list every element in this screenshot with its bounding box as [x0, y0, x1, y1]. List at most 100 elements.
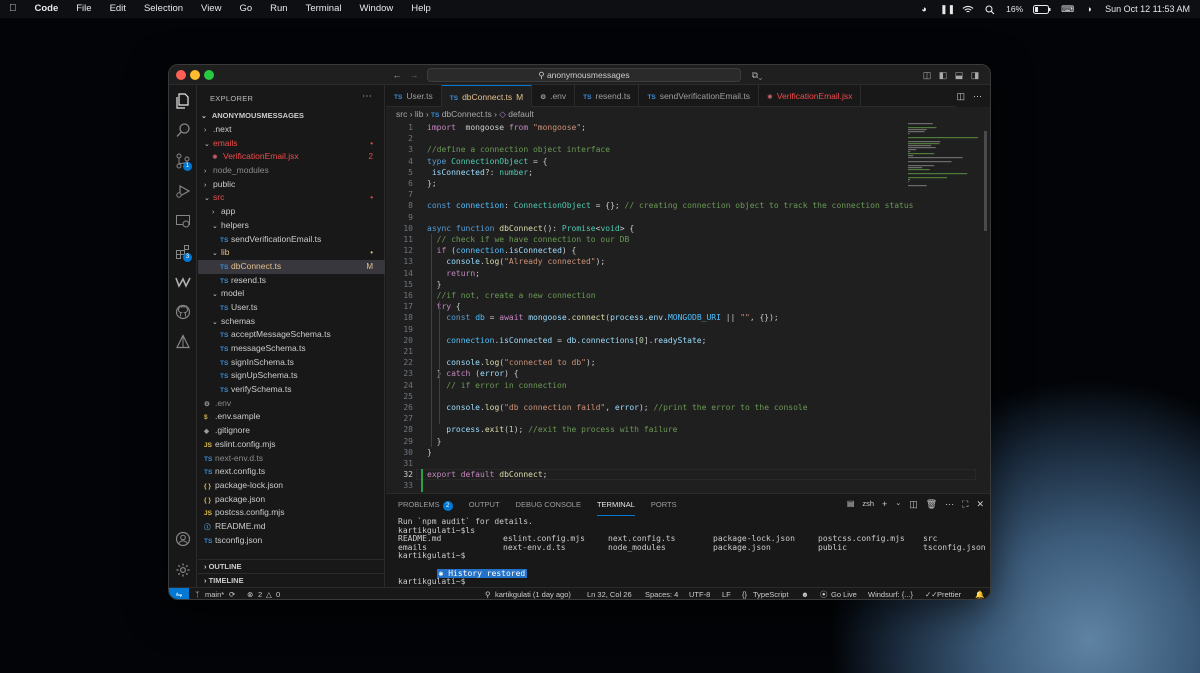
panel-tab-terminal[interactable]: TERMINAL	[596, 494, 635, 516]
tab-verificationemail-jsx[interactable]: ⚛ VerificationEmail.jsx	[759, 85, 862, 107]
file-item[interactable]: JS postcss.config.mjs	[198, 506, 385, 520]
zoom-window-button[interactable]	[204, 70, 214, 80]
warning-icon[interactable]: △	[266, 588, 272, 599]
menu-app-name[interactable]: Code	[26, 0, 68, 18]
outline-section[interactable]: › OUTLINE	[198, 559, 385, 573]
indentation[interactable]: Spaces: 4	[645, 588, 678, 599]
file-item[interactable]: TS acceptMessageSchema.ts	[198, 328, 385, 342]
minimap[interactable]	[906, 121, 982, 201]
explorer-root-folder[interactable]: ⌄ ANONYMOUSMESSAGES	[198, 109, 385, 123]
chevron-down-icon[interactable]: ⌄	[895, 499, 901, 510]
apple-icon[interactable]: 	[0, 0, 26, 18]
source-control-icon[interactable]: 1	[174, 153, 192, 171]
code-editor[interactable]: 1 import mongoose from "mongoose"; 2 3 //def…	[386, 121, 990, 493]
sync-icon[interactable]: ⟳	[229, 588, 235, 599]
windsurf-status[interactable]: Windsurf: {...}	[868, 588, 913, 599]
breadcrumb-lib[interactable]: lib	[415, 109, 424, 119]
line-ending[interactable]: LF	[722, 588, 731, 599]
more-actions-icon[interactable]: ⋯	[973, 91, 982, 102]
file-item[interactable]: TS User.ts	[198, 301, 385, 315]
file-item[interactable]: TS sendVerificationEmail.ts	[198, 233, 385, 247]
menu-selection[interactable]: Selection	[135, 0, 192, 18]
file-item[interactable]: ⚛ VerificationEmail.jsx 2	[198, 150, 385, 164]
tab-resend-ts[interactable]: TS resend.ts	[575, 85, 640, 107]
tab-user-ts[interactable]: TS User.ts	[386, 85, 442, 107]
file-item[interactable]: TS messageSchema.ts	[198, 342, 385, 356]
breadcrumb-src[interactable]: src	[396, 109, 407, 119]
file-item[interactable]: { } package-lock.json	[198, 479, 385, 493]
file-item[interactable]: TS tsconfig.json	[198, 534, 385, 548]
toggle-primary-sidebar-icon[interactable]: ◧	[937, 69, 949, 81]
file-item[interactable]: TS signInSchema.ts	[198, 356, 385, 370]
forward-arrow-icon[interactable]: →	[408, 69, 420, 81]
more-actions-icon[interactable]: ⋯	[362, 91, 372, 102]
folder-item[interactable]: ⌄ src •	[198, 191, 385, 205]
file-item[interactable]: TS signUpSchema.ts	[198, 369, 385, 383]
panel-tab-ports[interactable]: PORTS	[651, 494, 677, 516]
file-item[interactable]: TS dbConnect.ts M	[198, 259, 385, 274]
toggle-panel-icon[interactable]: ⬓	[953, 69, 965, 81]
remote-explorer-icon[interactable]	[174, 213, 192, 231]
file-item[interactable]: TS resend.ts	[198, 274, 385, 288]
go-live-button[interactable]: Go Live	[831, 588, 857, 599]
windsurf-icon[interactable]	[174, 274, 192, 292]
folder-item[interactable]: › node_modules	[198, 164, 385, 178]
panel-tab-problems[interactable]: PROBLEMS 2	[398, 494, 453, 516]
focus-icon[interactable]: ◕	[918, 4, 930, 14]
run-debug-icon[interactable]	[174, 183, 192, 201]
terminal-output[interactable]: Run `npm audit` for details. kartikgulat…	[398, 517, 988, 587]
tab-modified-marker[interactable]: M	[516, 92, 523, 102]
spotlight-search-icon[interactable]	[984, 4, 996, 14]
breadcrumb-file[interactable]: dbConnect.ts	[442, 109, 492, 119]
folder-item[interactable]: › app	[198, 205, 385, 219]
file-item[interactable]: ⚙ .env	[198, 397, 385, 411]
pause-icon[interactable]: ❚❚	[940, 4, 955, 14]
tab-dbconnect-ts[interactable]: TS dbConnect.ts M	[441, 85, 533, 107]
battery-icon[interactable]	[1033, 4, 1051, 14]
file-item[interactable]: TS next.config.ts	[198, 465, 385, 479]
panel-tab-output[interactable]: OUTPUT	[469, 494, 500, 516]
wifi-icon[interactable]	[962, 5, 974, 14]
toggle-secondary-sidebar-icon[interactable]: ◨	[969, 69, 981, 81]
tab-env[interactable]: ⚙ .env	[532, 85, 576, 107]
file-item[interactable]: TS verifySchema.ts	[198, 383, 385, 397]
git-branch-icon[interactable]: ᛉ	[195, 588, 200, 599]
command-center-search[interactable]: ⚲ anonymousmessages	[427, 68, 741, 82]
menu-help[interactable]: Help	[402, 0, 440, 18]
warning-count[interactable]: 0	[276, 588, 280, 599]
search-view-icon[interactable]	[174, 122, 192, 140]
maximize-panel-icon[interactable]: ⛶	[962, 499, 968, 510]
minimize-window-button[interactable]	[190, 70, 200, 80]
github-icon[interactable]	[174, 304, 192, 322]
panel-tab-debug-console[interactable]: DEBUG CONSOLE	[516, 494, 581, 516]
explorer-icon[interactable]	[174, 93, 192, 111]
file-item[interactable]: ◆ .gitignore	[198, 424, 385, 438]
error-count[interactable]: 2	[258, 588, 262, 599]
new-terminal-icon[interactable]: +	[882, 499, 887, 510]
terminal-shell-icon[interactable]: ▤	[847, 499, 855, 510]
tab-sendverificationemail-ts[interactable]: TS sendVerificationEmail.ts	[639, 85, 760, 107]
control-center-icon[interactable]: ◑	[1083, 4, 1095, 14]
file-item[interactable]: { } package.json	[198, 493, 385, 507]
folder-item[interactable]: ⌄ emails •	[198, 137, 385, 151]
menubar-datetime[interactable]: Sun Oct 12 11:53 AM	[1105, 4, 1190, 14]
file-item[interactable]: JS eslint.config.mjs	[198, 438, 385, 452]
menu-file[interactable]: File	[67, 0, 100, 18]
split-editor-icon[interactable]: ◫	[956, 91, 965, 102]
menu-window[interactable]: Window	[350, 0, 402, 18]
folder-item[interactable]: ⌄ schemas	[198, 315, 385, 329]
file-item[interactable]: ⓘ README.md	[198, 520, 385, 534]
file-item[interactable]: $ .env.sample	[198, 410, 385, 424]
menu-run[interactable]: Run	[261, 0, 296, 18]
accounts-icon[interactable]	[174, 531, 192, 549]
close-panel-icon[interactable]: ✕	[976, 499, 984, 510]
menu-edit[interactable]: Edit	[101, 0, 135, 18]
cursor-position[interactable]: Ln 32, Col 26	[587, 588, 632, 599]
settings-gear-icon[interactable]	[174, 562, 192, 580]
timeline-section[interactable]: › TIMELINE	[198, 573, 385, 587]
more-actions-icon[interactable]: ⋯	[945, 499, 954, 510]
terminal-shell-label[interactable]: zsh	[862, 499, 874, 510]
split-editor-layout-icon[interactable]: ◫	[921, 69, 933, 81]
folder-item[interactable]: ⌄ lib •	[198, 246, 385, 260]
menu-view[interactable]: View	[192, 0, 230, 18]
